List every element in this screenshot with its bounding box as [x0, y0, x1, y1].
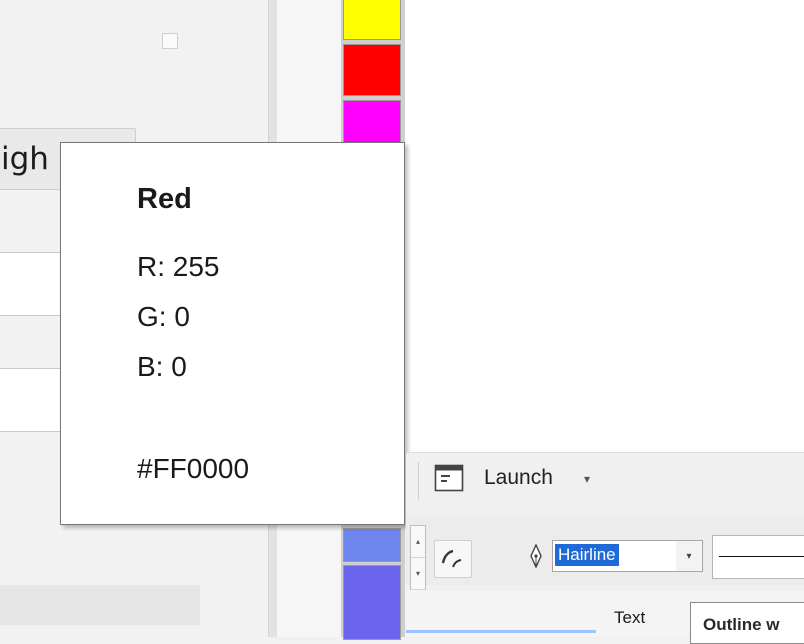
- outline-width-value: Hairline: [555, 544, 619, 566]
- color-tooltip: Red R: 255 G: 0 B: 0 #FF0000: [60, 142, 405, 525]
- line-style-selector[interactable]: [712, 535, 804, 579]
- outline-width-tooltip: Outline w: [690, 602, 804, 644]
- tooltip-color-name: Red: [137, 183, 192, 215]
- toolbar-separator: [418, 462, 419, 500]
- panel-section: [0, 585, 200, 625]
- chevron-down-icon[interactable]: ▾: [584, 472, 590, 486]
- launch-button-label[interactable]: Launch: [484, 466, 553, 490]
- corner-icon: [441, 549, 462, 568]
- pen-nib-icon: [528, 542, 544, 570]
- tooltip-text: Outline w: [703, 615, 780, 634]
- outline-width-dropdown[interactable]: ▾: [676, 540, 703, 572]
- tooltip-r-value: R: 255: [137, 251, 220, 282]
- window-icon[interactable]: [434, 464, 464, 492]
- text-label: Text: [614, 608, 646, 627]
- tooltip-b-value: B: 0: [137, 351, 187, 382]
- spinner-down-icon[interactable]: ▾: [411, 558, 425, 590]
- swatch-red[interactable]: [343, 44, 401, 96]
- swatch-yellow[interactable]: [343, 0, 401, 40]
- outline-width-field[interactable]: Hairline: [552, 540, 678, 572]
- corner-style-button[interactable]: [434, 540, 472, 578]
- spinner-up-icon[interactable]: ▴: [411, 526, 425, 558]
- swatch-blue-violet[interactable]: [343, 565, 401, 640]
- tooltip-hex-value: #FF0000: [137, 453, 250, 484]
- spinner-control[interactable]: ▴ ▾: [410, 525, 426, 591]
- tooltip-g-value: G: 0: [137, 301, 190, 332]
- swatch-magenta[interactable]: [343, 100, 401, 144]
- swatch-cornflower[interactable]: [343, 528, 401, 562]
- weight-button-label: igh: [1, 141, 49, 177]
- dock-checkbox[interactable]: [162, 33, 178, 49]
- active-tab-indicator: [406, 630, 596, 633]
